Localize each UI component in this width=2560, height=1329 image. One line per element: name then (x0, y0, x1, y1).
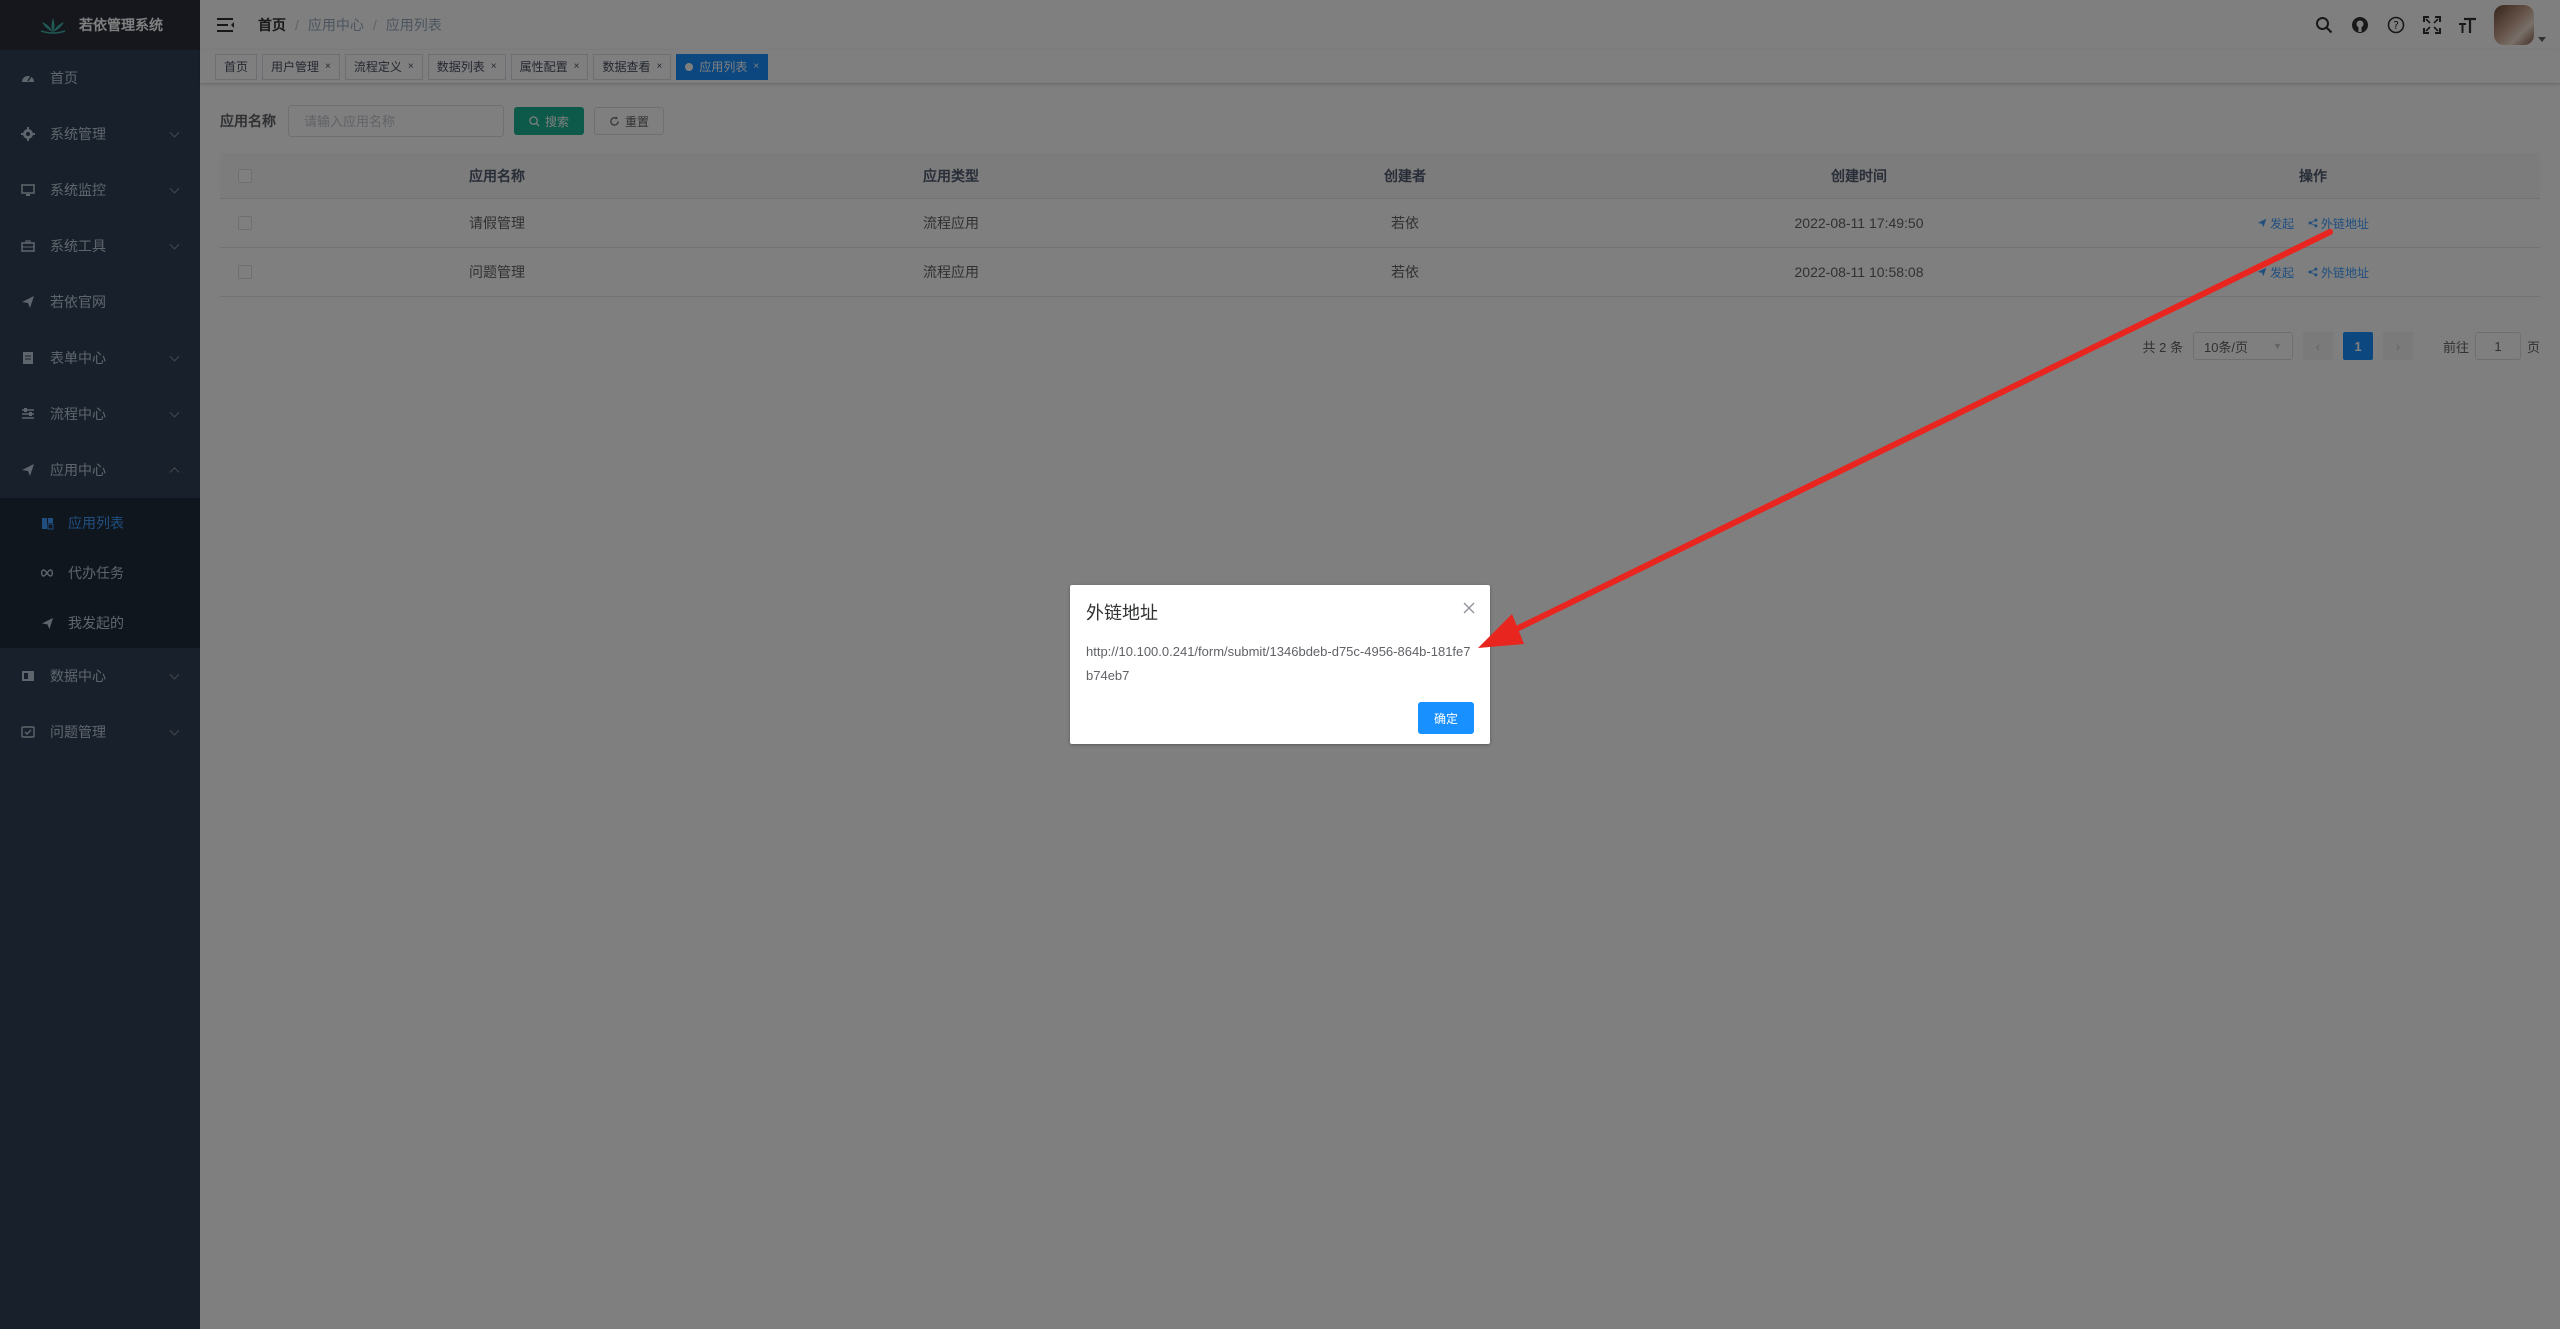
dialog-url-text: http://10.100.0.241/form/submit/1346bdeb… (1086, 644, 1471, 683)
close-icon[interactable] (1462, 601, 1476, 615)
dialog-title: 外链地址 (1086, 603, 1158, 623)
external-link-dialog: 外链地址 http://10.100.0.241/form/submit/134… (1070, 585, 1490, 744)
confirm-button[interactable]: 确定 (1418, 702, 1474, 734)
